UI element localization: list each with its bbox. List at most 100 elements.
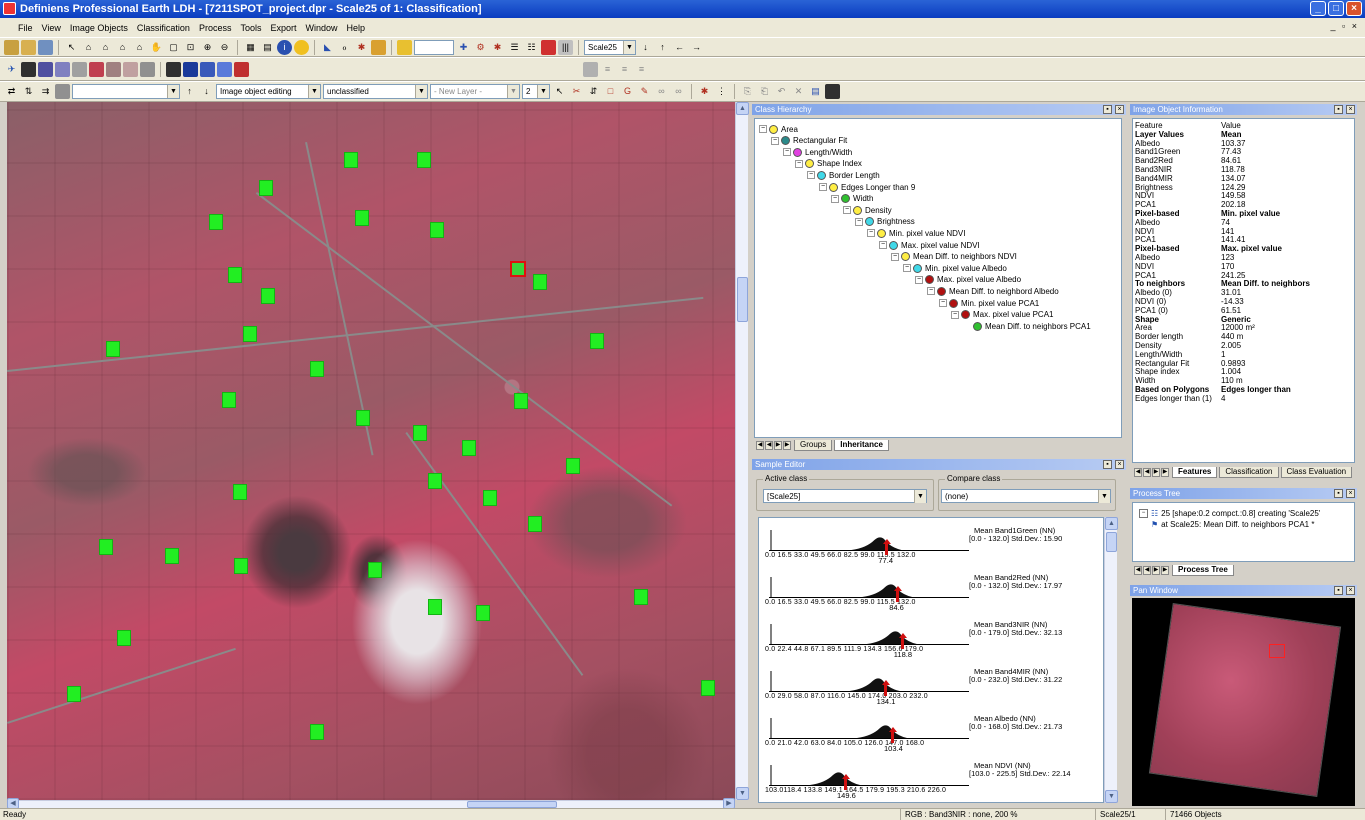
- copy-icon[interactable]: ⎘: [740, 84, 755, 99]
- class-node[interactable]: − Edges Longer than 9: [819, 181, 915, 193]
- feature-group-row[interactable]: To neighbors Mean Diff. to neighbors: [1133, 280, 1354, 289]
- collapse-icon[interactable]: −: [771, 136, 779, 145]
- feature-table[interactable]: Feature Value Layer Values Mean Albedo 103.…: [1132, 118, 1355, 463]
- collapse-icon[interactable]: −: [915, 275, 923, 284]
- classify-tool-icon[interactable]: ✱: [697, 84, 712, 99]
- classified-object[interactable]: [259, 180, 273, 196]
- feature-row[interactable]: Density 2.005: [1133, 341, 1354, 351]
- collapse-icon[interactable]: −: [831, 194, 839, 203]
- tab-first-icon[interactable]: ◀: [1134, 565, 1142, 575]
- brush-icon[interactable]: ✎: [637, 84, 652, 99]
- menu-image-objects[interactable]: Image Objects: [70, 23, 128, 33]
- class-node[interactable]: − Shape Index: [795, 158, 862, 170]
- classified-object[interactable]: [701, 680, 715, 696]
- process-tree-pin-button[interactable]: ▪: [1334, 489, 1343, 498]
- object-info-icon[interactable]: [294, 39, 309, 55]
- split-view-icon[interactable]: [55, 61, 70, 77]
- tab-classification[interactable]: Classification: [1219, 466, 1279, 478]
- feature-group-row[interactable]: Pixel-based Min. pixel value: [1133, 209, 1354, 219]
- class-hierarchy-pin-button[interactable]: ▪: [1103, 105, 1112, 114]
- image-view-icon[interactable]: [21, 61, 36, 77]
- feature-row[interactable]: NDVI (0) -14.33: [1133, 297, 1354, 307]
- pan-viewport-rectangle[interactable]: [1269, 644, 1285, 658]
- object-info-pin-button[interactable]: ▪: [1334, 105, 1343, 114]
- collapse-icon[interactable]: −: [819, 183, 827, 191]
- pan-window-pin-button[interactable]: ▪: [1334, 586, 1343, 595]
- outline-icon[interactable]: [123, 61, 138, 77]
- sample-table-icon[interactable]: [825, 84, 840, 99]
- tab-class-evaluation[interactable]: Class Evaluation: [1280, 466, 1353, 478]
- select-icon[interactable]: ⌂: [81, 40, 96, 55]
- layer-view-icon[interactable]: [38, 61, 53, 77]
- collapse-icon[interactable]: −: [1139, 509, 1148, 518]
- hist-scroll-thumb[interactable]: [1106, 532, 1117, 552]
- select-tool-icon[interactable]: ↖: [552, 84, 567, 99]
- process-tree-close-button[interactable]: ×: [1346, 489, 1355, 498]
- classified-object[interactable]: [428, 599, 442, 615]
- classified-object[interactable]: [476, 605, 490, 621]
- classify-icon[interactable]: ✱: [490, 40, 505, 55]
- classified-object[interactable]: [234, 558, 248, 574]
- menu-help[interactable]: Help: [347, 23, 366, 33]
- classified-object[interactable]: [428, 473, 442, 489]
- edit-icon[interactable]: [106, 61, 121, 77]
- collapse-icon[interactable]: −: [903, 264, 911, 273]
- tab-last-icon[interactable]: ▶: [1161, 565, 1169, 575]
- merge-icon[interactable]: ⚙: [473, 40, 488, 55]
- classified-object[interactable]: [533, 274, 547, 290]
- class-node[interactable]: Mean Diff. to neighbors PCA1: [973, 320, 1091, 332]
- classified-object[interactable]: [67, 686, 81, 702]
- classified-object[interactable]: [222, 392, 236, 408]
- classified-object[interactable]: [310, 724, 324, 740]
- map-vertical-scrollbar[interactable]: ▲ ▼: [735, 102, 749, 800]
- window-5-icon[interactable]: [234, 61, 249, 77]
- pan-icon[interactable]: ✋: [149, 40, 164, 55]
- zoom-out-icon[interactable]: ⊖: [217, 40, 232, 55]
- class-node[interactable]: − Mean Diff. to neighbors NDVI: [891, 251, 1017, 263]
- tab-inheritance[interactable]: Inheritance: [834, 439, 889, 451]
- class-node[interactable]: − Max. pixel value Albedo: [915, 274, 1021, 286]
- tab-next-icon[interactable]: ▶: [1152, 467, 1160, 477]
- tab-next-icon[interactable]: ▶: [1152, 565, 1160, 575]
- tab-prev-icon[interactable]: ◀: [765, 440, 773, 450]
- tab-next-icon[interactable]: ▶: [774, 440, 782, 450]
- class-node[interactable]: − Density: [843, 204, 892, 216]
- feature-row[interactable]: Border length 440 m: [1133, 332, 1354, 342]
- feature-group-row[interactable]: Pixel-based Max. pixel value: [1133, 244, 1354, 254]
- collapse-icon[interactable]: −: [867, 229, 875, 238]
- classified-object[interactable]: [566, 458, 580, 474]
- editing-mode-combo[interactable]: Image object editing ▼: [216, 84, 321, 99]
- image-map-view[interactable]: [7, 102, 735, 800]
- collapse-icon[interactable]: −: [879, 241, 887, 249]
- collapse-icon[interactable]: −: [891, 252, 899, 261]
- classified-object[interactable]: [310, 361, 324, 377]
- classified-object[interactable]: [528, 516, 542, 532]
- pan-window-close-button[interactable]: ×: [1346, 586, 1355, 595]
- classified-object[interactable]: [261, 288, 275, 304]
- class-node[interactable]: − Length/Width: [783, 146, 852, 158]
- feature-view-icon[interactable]: ℴ: [337, 40, 352, 55]
- tab-last-icon[interactable]: ▶: [783, 440, 791, 450]
- class-node[interactable]: − Min. pixel value NDVI: [867, 227, 965, 239]
- menu-view[interactable]: View: [42, 23, 61, 33]
- move-up-icon[interactable]: ↑: [182, 84, 197, 99]
- hist-scroll-up-button[interactable]: ▲: [1105, 517, 1118, 530]
- active-class-combo[interactable]: [Scale25] ▼: [763, 489, 927, 503]
- menu-tools[interactable]: Tools: [240, 23, 261, 33]
- classified-object[interactable]: [590, 333, 604, 349]
- cut-object-icon[interactable]: ✂: [569, 84, 584, 99]
- tab-last-icon[interactable]: ▶: [1161, 467, 1169, 477]
- feature-group-row[interactable]: Based on Polygons Edges longer than: [1133, 385, 1354, 395]
- class-node[interactable]: − Brightness: [855, 216, 915, 228]
- paste-icon[interactable]: ⎗: [757, 84, 772, 99]
- collapse-icon[interactable]: −: [951, 310, 959, 319]
- delete-icon[interactable]: ✕: [791, 84, 806, 99]
- tab-first-icon[interactable]: ◀: [1134, 467, 1142, 477]
- classified-object[interactable]: [355, 210, 369, 226]
- move-down-icon[interactable]: ↓: [199, 84, 214, 99]
- samples-icon[interactable]: ⋮: [714, 84, 729, 99]
- lasso-icon[interactable]: G: [620, 84, 635, 99]
- menu-export[interactable]: Export: [270, 23, 296, 33]
- select-polygon-icon[interactable]: ⌂: [98, 40, 113, 55]
- feature-row[interactable]: Albedo 74: [1133, 218, 1354, 228]
